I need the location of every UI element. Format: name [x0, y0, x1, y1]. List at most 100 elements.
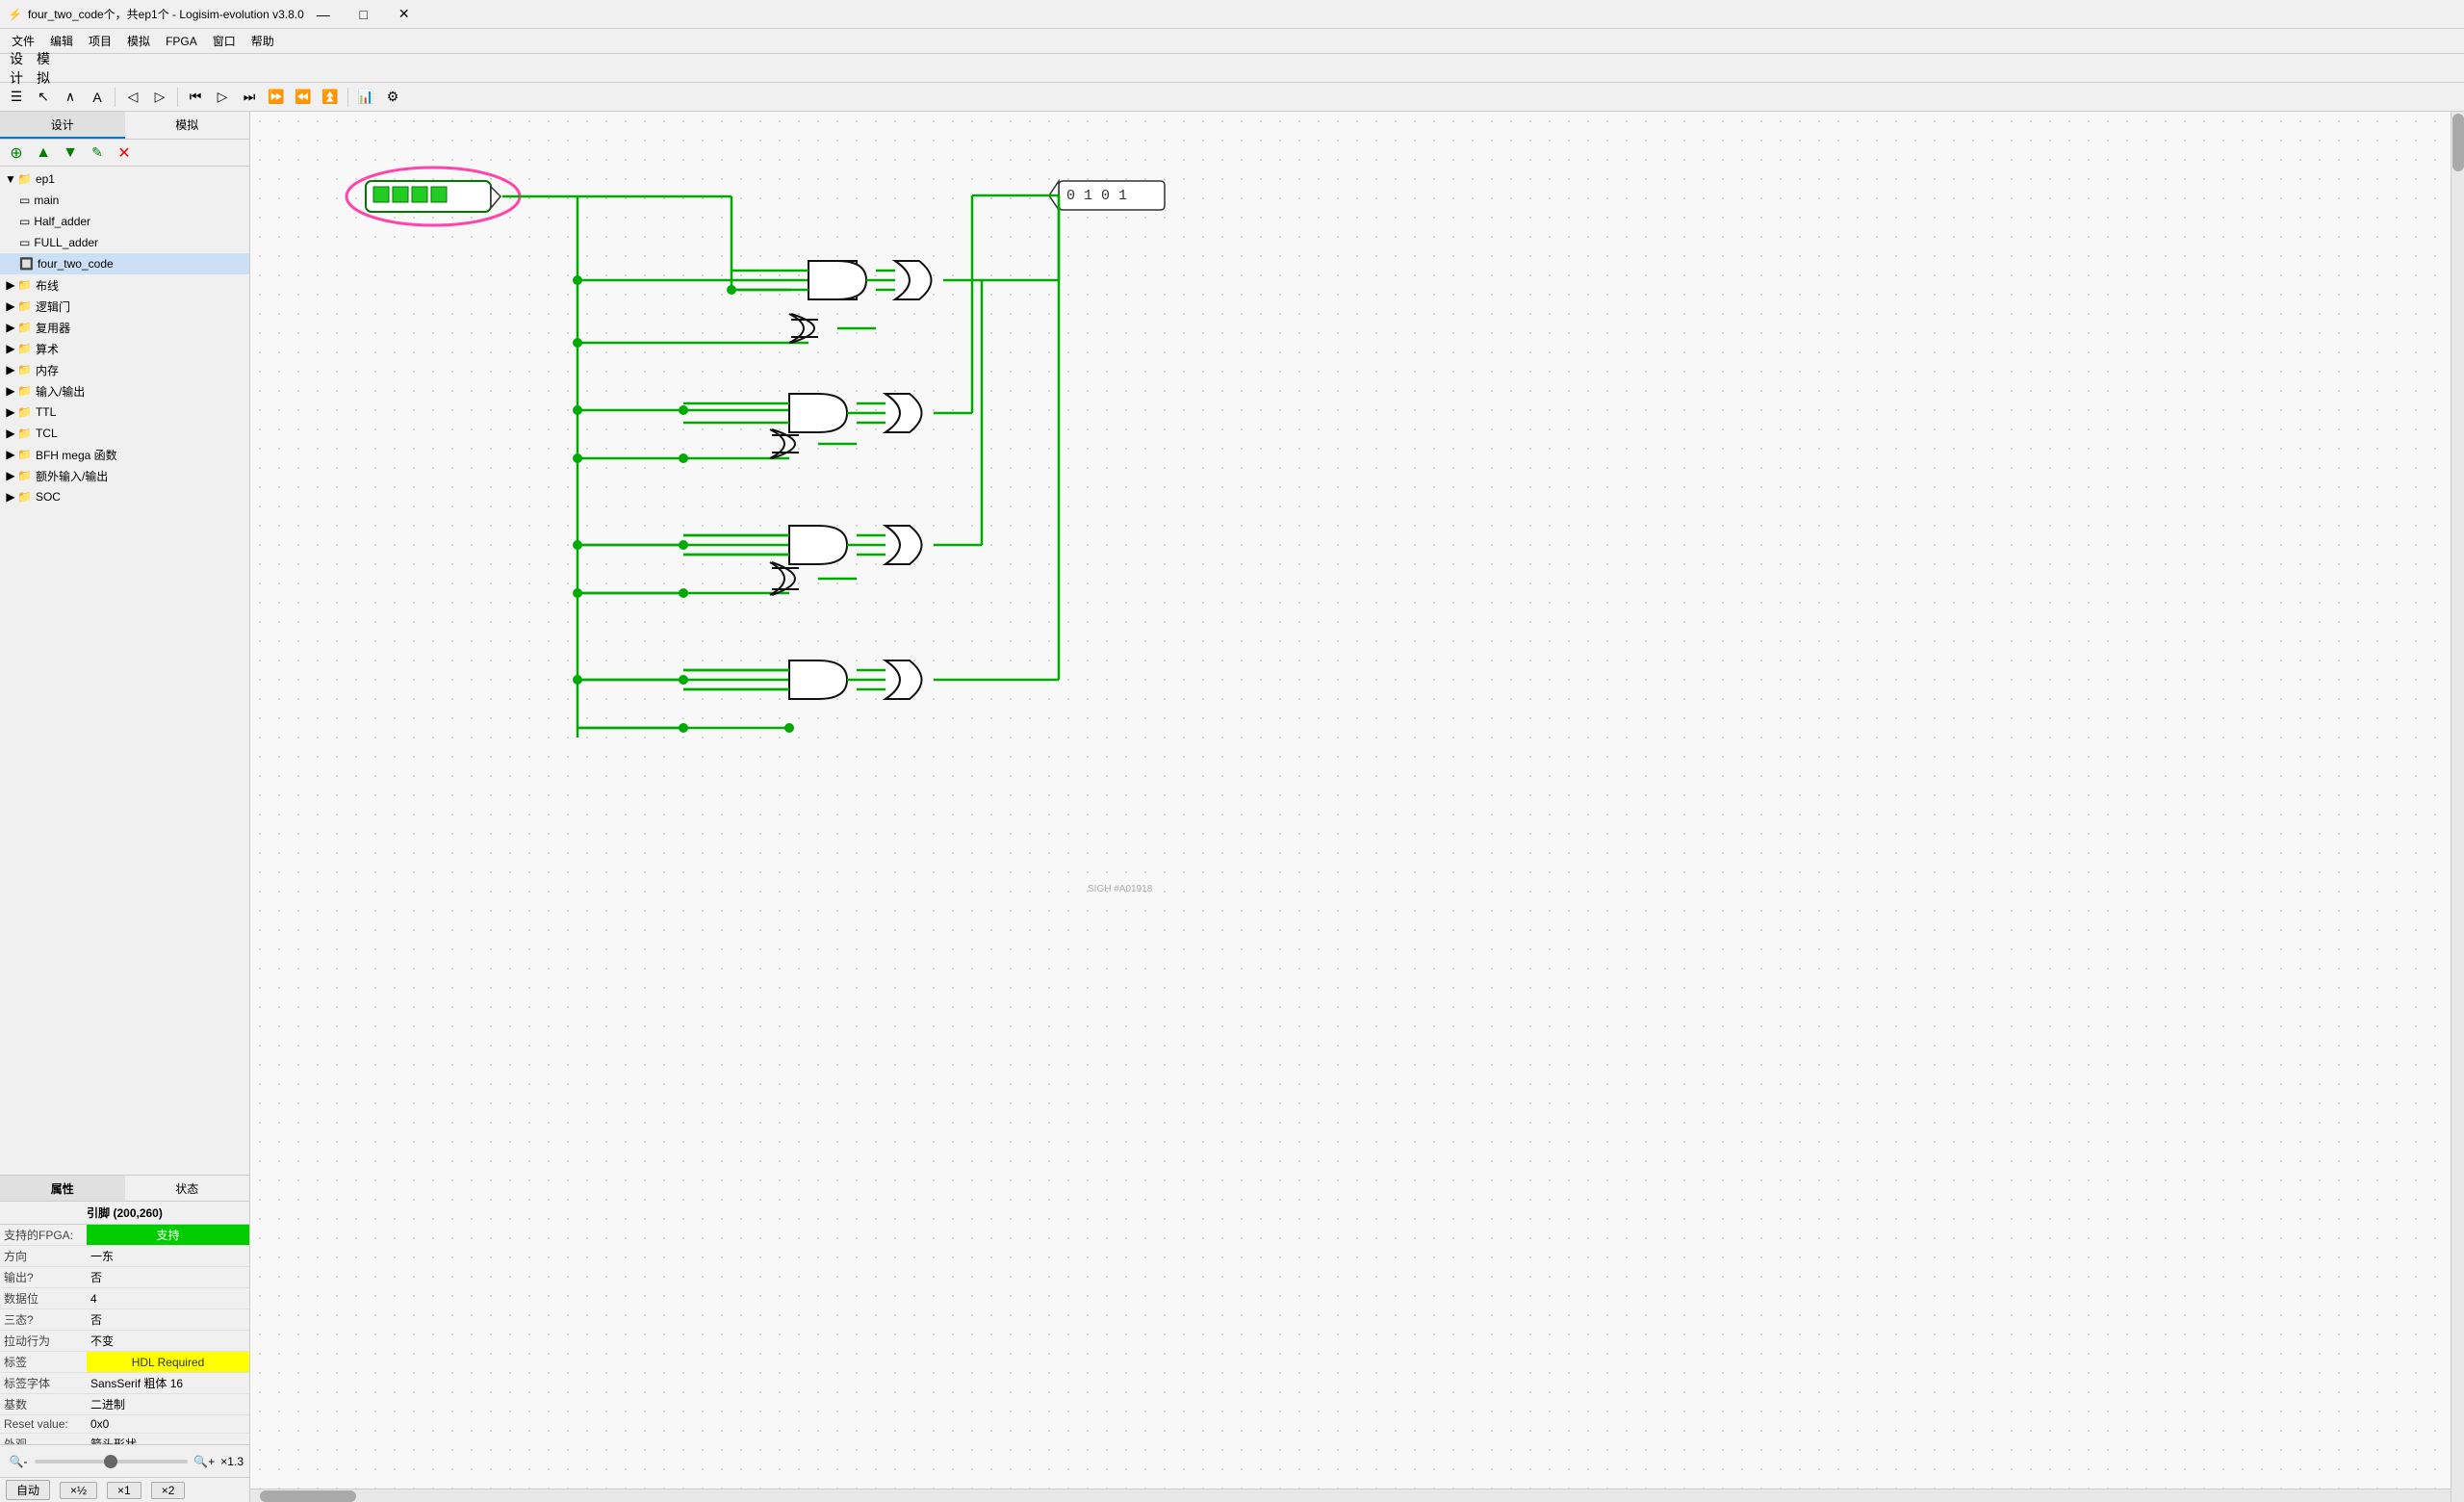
tree-item-mux[interactable]: ▶ 📁 复用器	[0, 317, 249, 338]
prop-row-fpga: 支持的FPGA: 支持	[0, 1225, 249, 1246]
soc-arrow: ▶	[4, 490, 17, 504]
tree-item-full-adder[interactable]: ▭ FULL_adder	[0, 232, 249, 253]
tree-label-logic: 逻辑门	[36, 298, 70, 315]
panel-toolbar: ⊕ ▲ ▼ ✎ ✕	[0, 140, 249, 167]
simulate-tab-btn[interactable]: 模拟	[31, 57, 56, 80]
logic-arrow: ▶	[4, 299, 17, 313]
folder-icon-ttl: 📁	[17, 405, 32, 419]
tree-item-main[interactable]: ▭ main	[0, 190, 249, 211]
vertical-scrollbar[interactable]	[2451, 112, 2464, 1502]
tree-item-tcl[interactable]: ▶ 📁 TCL	[0, 423, 249, 444]
menu-item-帮助[interactable]: 帮助	[244, 29, 282, 53]
half-btn[interactable]: ×½	[60, 1482, 97, 1499]
wire-tool[interactable]: ∧	[58, 86, 83, 109]
folder-icon-mux: 📁	[17, 321, 32, 334]
tree-root[interactable]: ▼ 📁 ep1	[0, 168, 249, 190]
delete-btn[interactable]: ✕	[112, 142, 137, 165]
sim-btn4[interactable]: ⏩	[264, 86, 289, 109]
tree-item-io[interactable]: ▶ 📁 输入/输出	[0, 380, 249, 401]
wiring-arrow: ▶	[4, 278, 17, 292]
sep1	[115, 88, 116, 107]
menubar: 文件编辑项目模拟FPGA窗口帮助	[0, 29, 2464, 54]
tree-label-arith: 算术	[36, 341, 59, 357]
mux-arrow: ▶	[4, 321, 17, 334]
one-btn[interactable]: ×1	[107, 1482, 141, 1499]
tree-item-soc[interactable]: ▶ 📁 SOC	[0, 486, 249, 507]
tree-root-label: ep1	[36, 172, 55, 186]
menu-item-项目[interactable]: 项目	[81, 29, 119, 53]
two-btn[interactable]: ×2	[151, 1482, 186, 1499]
sim-btn5[interactable]: ⏪	[291, 86, 316, 109]
hscroll-thumb[interactable]	[260, 1490, 356, 1502]
tab-design[interactable]: 设计	[0, 112, 125, 139]
minimize-button[interactable]: —	[304, 5, 343, 24]
horizontal-scrollbar[interactable]	[250, 1489, 2451, 1502]
tree-item-wiring[interactable]: ▶ 📁 布线	[0, 274, 249, 296]
tree-item-four-two-code[interactable]: 🔲 four_two_code	[0, 253, 249, 274]
svg-text:0 1 0 1: 0 1 0 1	[1066, 188, 1127, 204]
prop-row-label: 标签 HDL Required	[0, 1352, 249, 1373]
sim-btn3[interactable]: ⏭	[237, 86, 262, 109]
canvas-area[interactable]: 0 1 0 1	[250, 112, 2464, 1502]
log-btn[interactable]: 📊	[353, 86, 378, 109]
tree-item-mem[interactable]: ▶ 📁 内存	[0, 359, 249, 380]
zoom-out-btn[interactable]: 🔍-	[6, 1450, 31, 1473]
root-icon: 📁	[17, 172, 32, 186]
tree-label-mux: 复用器	[36, 320, 70, 336]
props-table: 支持的FPGA: 支持 方向 一东 输出? 否 数据位 4 三态? 否	[0, 1225, 249, 1444]
auto-btn[interactable]: 自动	[6, 1480, 50, 1500]
vscroll-thumb[interactable]	[2452, 114, 2464, 171]
sim-btn6[interactable]: ⏫	[318, 86, 343, 109]
tab-attrs[interactable]: 属性	[0, 1176, 125, 1201]
step-fwd[interactable]: ▷	[147, 86, 172, 109]
move-up-btn[interactable]: ▲	[31, 142, 56, 165]
settings-btn[interactable]: ⚙	[380, 86, 405, 109]
toolbar1: 设计 模拟	[0, 54, 2464, 83]
tcl-arrow: ▶	[4, 427, 17, 440]
prop-key-label: 标签	[0, 1352, 87, 1373]
prop-row-dir: 方向 一东	[0, 1246, 249, 1267]
maximize-button[interactable]: □	[345, 5, 383, 24]
zoom-slider-thumb[interactable]	[104, 1455, 117, 1468]
sim-btn2[interactable]: ▷	[210, 86, 235, 109]
prop-val-pull: 不变	[87, 1331, 249, 1352]
tree-label-extra-io: 额外输入/输出	[36, 468, 108, 484]
menu-item-模拟[interactable]: 模拟	[119, 29, 158, 53]
prop-val-bits: 4	[87, 1288, 249, 1309]
text-tool[interactable]: A	[85, 86, 110, 109]
pointer-tool[interactable]: ☰	[4, 86, 29, 109]
tree-area[interactable]: ▼ 📁 ep1 ▭ main ▭ Half_adder ▭ FULL_adder…	[0, 167, 249, 1175]
tree-item-bfh[interactable]: ▶ 📁 BFH mega 函数	[0, 444, 249, 465]
tab-simulate[interactable]: 模拟	[125, 112, 250, 139]
step-back[interactable]: ◁	[120, 86, 145, 109]
tree-item-logic[interactable]: ▶ 📁 逻辑门	[0, 296, 249, 317]
close-button[interactable]: ✕	[385, 5, 424, 24]
tree-item-arith[interactable]: ▶ 📁 算术	[0, 338, 249, 359]
bfh-arrow: ▶	[4, 448, 17, 461]
folder-icon-io: 📁	[17, 384, 32, 398]
prop-val-label: HDL Required	[87, 1352, 249, 1373]
prop-row-tristate: 三态? 否	[0, 1309, 249, 1331]
folder-icon-logic: 📁	[17, 299, 32, 313]
menu-item-FPGA[interactable]: FPGA	[158, 29, 205, 53]
edit-btn[interactable]: ✎	[85, 142, 110, 165]
menu-item-窗口[interactable]: 窗口	[205, 29, 244, 53]
tree-item-ttl[interactable]: ▶ 📁 TTL	[0, 401, 249, 423]
select-tool[interactable]: ↖	[31, 86, 56, 109]
zoom-in-btn[interactable]: 🔍+	[192, 1450, 217, 1473]
sim-btn1[interactable]: ⏮	[183, 86, 208, 109]
tree-label-mem: 内存	[36, 362, 59, 378]
add-circuit-btn[interactable]: ⊕	[4, 142, 29, 165]
folder-icon-soc: 📁	[17, 490, 32, 504]
tab-state[interactable]: 状态	[125, 1176, 250, 1201]
prop-key-pull: 拉动行为	[0, 1331, 87, 1352]
props-title: 引脚 (200,260)	[0, 1202, 249, 1225]
tree-item-half-adder[interactable]: ▭ Half_adder	[0, 211, 249, 232]
folder-icon-mem: 📁	[17, 363, 32, 376]
zoom-slider-track[interactable]	[35, 1460, 188, 1463]
zoom-bar: 🔍- 🔍+ ×1.3	[0, 1444, 249, 1477]
tree-item-extra-io[interactable]: ▶ 📁 额外输入/输出	[0, 465, 249, 486]
move-down-btn[interactable]: ▼	[58, 142, 83, 165]
design-tab-btn[interactable]: 设计	[4, 57, 29, 80]
tree-label-wiring: 布线	[36, 277, 59, 294]
